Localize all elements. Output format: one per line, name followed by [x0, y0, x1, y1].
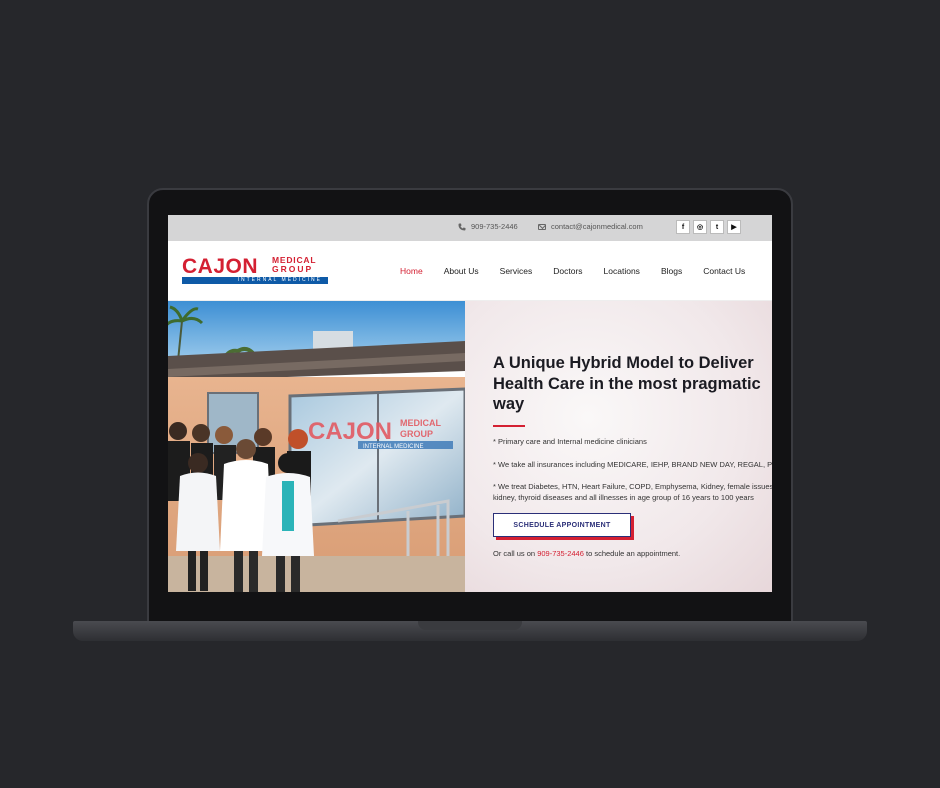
hero-bullet-primary-care: * Primary care and Internal medicine cli…: [493, 437, 647, 446]
twitter-glyph: t: [715, 223, 719, 231]
hero-divider: [493, 425, 525, 427]
nav-item-services[interactable]: Services: [500, 266, 533, 276]
nav-item-blogs[interactable]: Blogs: [661, 266, 682, 276]
social-links: f ◎ t ▶: [676, 220, 741, 234]
facebook-icon[interactable]: f: [676, 220, 690, 234]
hero-bullet-insurances: * We take all insurances including MEDIC…: [493, 460, 772, 469]
nav-item-doctors[interactable]: Doctors: [553, 266, 582, 276]
hero-headline: A Unique Hybrid Model to Deliver Health …: [493, 354, 761, 413]
main-nav: Home About Us Services Doctors Locations…: [400, 266, 766, 276]
hero-bullet-conditions-cont: kidney, thyroid diseases and all illness…: [493, 493, 754, 502]
hero-bullet-conditions: * We treat Diabetes, HTN, Heart Failure,…: [493, 482, 772, 491]
call-us-prefix: Or call us on: [493, 549, 538, 558]
hero-section: CAJON MEDICAL GROUP INTERNAL MEDICINE A …: [168, 301, 772, 592]
logo-cajon: CAJON: [182, 255, 259, 278]
site-header: CAJON MEDICAL GROUP INTERNAL MEDICINE Ho…: [168, 241, 772, 301]
website-screen: 909-735-2446 contact@cajonmedical.com f …: [168, 215, 772, 592]
laptop-notch: [418, 621, 522, 630]
hero-staff-photo: CAJON MEDICAL GROUP INTERNAL MEDICINE: [168, 301, 465, 592]
call-us-suffix: to schedule an appointment.: [583, 549, 681, 558]
logo-tagline: INTERNAL MEDICINE: [182, 277, 328, 284]
nav-item-about-us[interactable]: About Us: [444, 266, 479, 276]
facebook-glyph: f: [681, 223, 685, 231]
nav-item-locations[interactable]: Locations: [604, 266, 640, 276]
svg-text:INTERNAL MEDICINE: INTERNAL MEDICINE: [363, 444, 423, 450]
svg-text:MEDICAL: MEDICAL: [400, 418, 441, 428]
nav-item-contact-us[interactable]: Contact Us: [703, 266, 745, 276]
hero-text-panel: A Unique Hybrid Model to Deliver Health …: [465, 301, 772, 592]
call-us-phone-link[interactable]: 909-735-2446: [537, 549, 584, 558]
top-email[interactable]: contact@cajonmedical.com: [538, 222, 643, 231]
youtube-glyph: ▶: [731, 224, 737, 231]
call-us-text: Or call us on 909-735-2446 to schedule a…: [493, 549, 680, 558]
top-phone-text: 909-735-2446: [471, 222, 518, 231]
top-phone[interactable]: 909-735-2446: [458, 222, 518, 231]
logo[interactable]: CAJON MEDICAL GROUP INTERNAL MEDICINE: [182, 255, 328, 285]
svg-text:GROUP: GROUP: [400, 429, 433, 439]
schedule-appointment-button[interactable]: SCHEDULE APPOINTMENT: [493, 513, 631, 537]
mail-icon: [538, 223, 546, 230]
instagram-glyph: ◎: [696, 224, 704, 231]
twitter-icon[interactable]: t: [710, 220, 724, 234]
top-email-text: contact@cajonmedical.com: [551, 222, 643, 231]
instagram-icon[interactable]: ◎: [693, 220, 707, 234]
top-bar: 909-735-2446 contact@cajonmedical.com f …: [168, 215, 772, 241]
nav-item-home[interactable]: Home: [400, 266, 423, 276]
svg-text:CAJON: CAJON: [308, 418, 392, 445]
phone-icon: [458, 223, 466, 231]
logo-group: GROUP: [272, 264, 314, 274]
youtube-icon[interactable]: ▶: [727, 220, 741, 234]
